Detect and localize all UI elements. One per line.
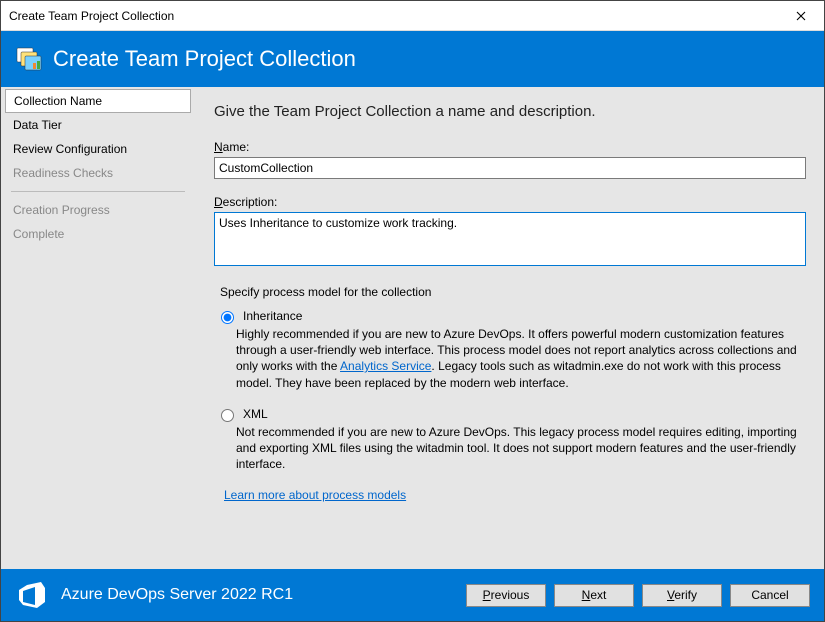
name-input[interactable]: [214, 157, 806, 179]
sidebar-item-creation-progress: Creation Progress: [1, 198, 195, 222]
collection-icon: [15, 45, 43, 73]
close-icon: [796, 11, 806, 21]
next-button[interactable]: Next: [554, 584, 634, 607]
learn-more-row: Learn more about process models: [224, 488, 804, 502]
analytics-service-link[interactable]: Analytics Service: [340, 359, 431, 373]
cancel-button[interactable]: Cancel: [730, 584, 810, 607]
window-title: Create Team Project Collection: [9, 9, 174, 23]
process-model-section-label: Specify process model for the collection: [220, 285, 804, 299]
close-button[interactable]: [778, 1, 824, 31]
verify-button[interactable]: Verify: [642, 584, 722, 607]
sidebar-item-collection-name[interactable]: Collection Name: [5, 89, 191, 113]
sidebar-item-readiness-checks: Readiness Checks: [1, 161, 195, 185]
azure-devops-logo-icon: [15, 578, 49, 612]
description-field-block: Description: Uses Inheritance to customi…: [214, 195, 804, 269]
radio-xml[interactable]: [221, 409, 234, 422]
main-panel: Give the Team Project Collection a name …: [196, 87, 824, 569]
radio-inheritance[interactable]: [221, 311, 234, 324]
sidebar-separator: [11, 191, 185, 192]
radio-xml-desc: Not recommended if you are new to Azure …: [236, 424, 804, 473]
sidebar-item-complete: Complete: [1, 222, 195, 246]
banner-title: Create Team Project Collection: [53, 46, 356, 72]
sidebar-item-review-configuration[interactable]: Review Configuration: [1, 137, 195, 161]
name-field-block: Name:: [214, 140, 804, 179]
radio-inheritance-row[interactable]: Inheritance: [216, 309, 804, 324]
banner: Create Team Project Collection: [1, 31, 824, 87]
footer-brand: Azure DevOps Server 2022 RC1: [61, 586, 293, 604]
radio-xml-row[interactable]: XML: [216, 407, 804, 422]
content-area: Collection Name Data Tier Review Configu…: [1, 87, 824, 569]
radio-inheritance-label: Inheritance: [243, 309, 302, 323]
name-label: Name:: [214, 140, 249, 154]
radio-xml-label: XML: [243, 407, 268, 421]
page-heading: Give the Team Project Collection a name …: [214, 103, 804, 120]
sidebar-item-data-tier[interactable]: Data Tier: [1, 113, 195, 137]
learn-more-link[interactable]: Learn more about process models: [224, 488, 406, 502]
description-input[interactable]: Uses Inheritance to customize work track…: [214, 212, 806, 266]
footer: Azure DevOps Server 2022 RC1 Previous Ne…: [1, 569, 824, 621]
previous-button[interactable]: Previous: [466, 584, 546, 607]
description-label: Description:: [214, 195, 277, 209]
wizard-window: Create Team Project Collection Create Te…: [0, 0, 825, 622]
radio-inheritance-desc: Highly recommended if you are new to Azu…: [236, 326, 804, 391]
titlebar: Create Team Project Collection: [1, 1, 824, 31]
sidebar: Collection Name Data Tier Review Configu…: [1, 87, 196, 569]
footer-left: Azure DevOps Server 2022 RC1: [15, 578, 293, 612]
footer-buttons: Previous Next Verify Cancel: [466, 584, 810, 607]
